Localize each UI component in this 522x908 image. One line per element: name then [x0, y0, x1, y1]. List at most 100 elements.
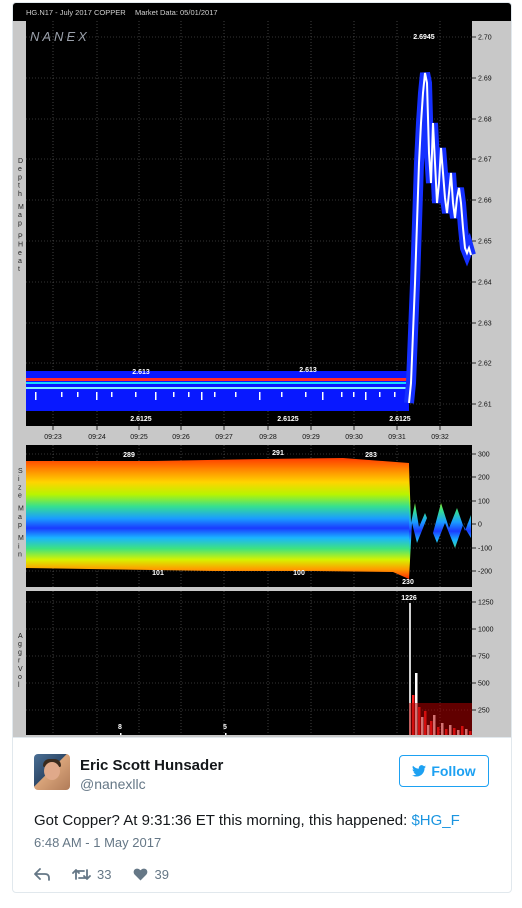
panel1-side-label: DepthMapPHeat — [18, 158, 24, 273]
volume-tick-label: 250 — [478, 708, 490, 715]
volume-small-bar — [225, 733, 227, 735]
trade-tick — [353, 392, 355, 397]
user-handle[interactable]: @nanexllc — [80, 776, 146, 792]
nanex-logo: NANEX — [30, 29, 90, 44]
trade-tick — [305, 392, 307, 397]
nanex-chart: HG.N17 - July 2017 COPPER Market Data: 0… — [13, 3, 511, 735]
follow-label: Follow — [431, 763, 476, 779]
price-tick-label: 2.67 — [478, 157, 492, 164]
price-tick-label: 2.65 — [478, 239, 492, 246]
trade-tick — [77, 392, 79, 397]
time-tick-label: 09:28 — [259, 434, 277, 441]
chart-image[interactable]: HG.N17 - July 2017 COPPER Market Data: 0… — [13, 3, 511, 737]
size-tick-label: -100 — [478, 546, 492, 553]
avatar-face — [44, 762, 60, 780]
time-tick-label: 09:23 — [44, 434, 62, 441]
annotation-ask-mid: 2.6125 — [277, 416, 299, 423]
trade-tick — [135, 392, 137, 397]
volume-tick-label: 750 — [478, 654, 490, 661]
size-bot-2: 100 — [293, 570, 305, 577]
trade-tick — [322, 392, 324, 400]
time-tick-label: 09:30 — [345, 434, 363, 441]
size-bot-1: 101 — [152, 570, 164, 577]
volume-axis: 1250 1000 750 500 250 — [472, 600, 494, 715]
size-top-2: 291 — [272, 450, 284, 457]
annotation-bid-left: 2.613 — [132, 369, 150, 376]
time-tick-label: 09:27 — [215, 434, 233, 441]
time-tick-label: 09:25 — [130, 434, 148, 441]
retweet-count: 33 — [97, 866, 112, 882]
size-tick-label: 300 — [478, 452, 490, 459]
volume-label-1: 8 — [118, 724, 122, 731]
trade-tick — [35, 392, 37, 400]
twitter-bird-icon — [412, 765, 427, 777]
trade-tick — [61, 392, 63, 397]
tweet-actions: 33 39 — [34, 866, 191, 882]
trade-tick — [155, 392, 157, 400]
heart-icon — [134, 868, 148, 880]
price-tick-label: 2.69 — [478, 76, 492, 83]
trade-tick — [214, 392, 216, 397]
volume-tick-label: 1250 — [478, 600, 494, 607]
volume-peak-label: 1226 — [401, 595, 417, 602]
annotation-ask-left: 2.6125 — [130, 416, 152, 423]
time-tick-label: 09:32 — [431, 434, 449, 441]
trade-tick — [188, 392, 190, 397]
depth-panel — [26, 21, 472, 426]
trade-tick — [365, 392, 367, 400]
trade-tick — [235, 392, 237, 397]
volume-label-2: 5 — [223, 724, 227, 731]
time-tick-label: 09:26 — [172, 434, 190, 441]
volume-tick-label: 1000 — [478, 627, 494, 634]
annotation-ask-right: 2.6125 — [389, 416, 411, 423]
header-date: Market Data: 05/01/2017 — [135, 8, 218, 17]
trade-tick — [173, 392, 175, 397]
price-tick-label: 2.62 — [478, 361, 492, 368]
display-name[interactable]: Eric Scott Hunsader — [80, 757, 223, 774]
avatar[interactable] — [34, 754, 70, 790]
like-action[interactable]: 39 — [133, 867, 169, 882]
volume-cluster — [409, 703, 472, 735]
size-axis: 300 200 100 0 -100 -200 — [472, 452, 492, 576]
annotation-bid-mid: 2.613 — [299, 367, 317, 374]
size-bot-3: 230 — [402, 579, 414, 586]
price-tick-label: 2.70 — [478, 35, 492, 42]
price-tick-label: 2.64 — [478, 280, 492, 287]
tweet-card: HG.N17 - July 2017 COPPER Market Data: 0… — [12, 2, 512, 893]
volume-tick-label: 500 — [478, 681, 490, 688]
size-tick-label: 0 — [478, 522, 482, 529]
trade-tick — [341, 392, 343, 397]
depth-band — [26, 371, 409, 411]
reply-action[interactable] — [34, 867, 50, 881]
header-symbol: HG.N17 - July 2017 COPPER — [26, 8, 126, 17]
depth-band-light — [26, 387, 409, 389]
annotation-high: 2.6945 — [413, 34, 435, 41]
size-top-3: 283 — [365, 452, 377, 459]
time-tick-label: 09:29 — [302, 434, 320, 441]
reply-icon — [34, 867, 50, 881]
price-tick-label: 2.61 — [478, 402, 492, 409]
trade-tick — [281, 392, 283, 397]
size-tick-label: 100 — [478, 499, 490, 506]
tweet-timestamp[interactable]: 6:48 AM - 1 May 2017 — [34, 835, 161, 850]
retweet-action[interactable]: 33 — [72, 867, 111, 882]
depth-band-cyan — [26, 382, 409, 384]
tweet-text: Got Copper? At 9:31:36 ET this morning, … — [34, 812, 460, 829]
trade-tick — [259, 392, 261, 400]
panel3-side-label: AggrVol — [18, 633, 23, 689]
depth-band-red — [26, 378, 409, 381]
cashtag-link[interactable]: $HG_F — [411, 812, 459, 829]
size-tick-label: 200 — [478, 475, 490, 482]
trade-tick — [379, 392, 381, 397]
trade-tick — [111, 392, 113, 397]
time-axis: 09:23 09:24 09:25 09:26 09:27 09:28 09:29 09:30… — [44, 426, 449, 441]
volume-panel — [26, 591, 472, 735]
panel2-side-label: SizeMapMin — [18, 468, 24, 559]
trade-tick — [394, 392, 396, 397]
size-top-1: 289 — [123, 452, 135, 459]
volume-small-bar — [120, 733, 122, 735]
price-tick-label: 2.68 — [478, 117, 492, 124]
retweet-icon — [72, 868, 91, 880]
time-tick-label: 09:24 — [88, 434, 106, 441]
follow-button[interactable]: Follow — [399, 755, 489, 787]
